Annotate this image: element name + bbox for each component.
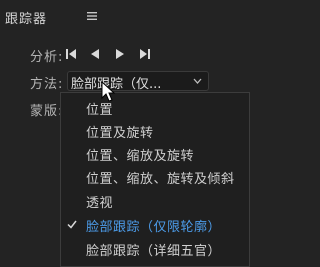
method-label: 方法: bbox=[30, 77, 64, 92]
menu-item-label: 位置、缩放及旋转 bbox=[86, 149, 195, 164]
step-forward-icon[interactable] bbox=[138, 47, 152, 61]
menu-item-label: 透视 bbox=[86, 196, 114, 211]
menu-item-label: 脸部跟踪（仅限轮廓） bbox=[86, 220, 222, 235]
menu-item-position-scale-rotation[interactable]: 位置、缩放及旋转 bbox=[61, 143, 249, 165]
menu-item-label: 位置、缩放、旋转及倾斜 bbox=[86, 172, 235, 187]
panel-header: 跟踪器 bbox=[0, 0, 246, 32]
menu-item-label: 脸部跟踪（详细五官） bbox=[86, 244, 222, 259]
play-reverse-icon[interactable] bbox=[88, 47, 102, 61]
panel-title: 跟踪器 bbox=[5, 12, 48, 27]
hamburger-menu-icon[interactable] bbox=[86, 10, 98, 22]
menu-item-face-tracking-outline[interactable]: 脸部跟踪（仅限轮廓） bbox=[61, 214, 249, 236]
checkmark-icon bbox=[67, 220, 77, 229]
menu-item-face-tracking-detailed[interactable]: 脸部跟踪（详细五官） bbox=[61, 238, 249, 260]
menu-item-perspective[interactable]: 透视 bbox=[61, 190, 249, 212]
mouse-cursor-icon bbox=[101, 81, 116, 102]
method-select[interactable]: 脸部跟踪（仅... bbox=[67, 71, 209, 92]
mask-label: 蒙版: bbox=[30, 104, 64, 119]
chevron-down-icon bbox=[193, 78, 202, 84]
step-back-icon[interactable] bbox=[64, 47, 78, 61]
method-dropdown-menu: 位置 位置及旋转 位置、缩放及旋转 位置、缩放、旋转及倾斜 透视 脸部跟踪（仅限… bbox=[60, 92, 250, 267]
menu-item-position[interactable]: 位置 bbox=[61, 97, 249, 119]
menu-item-label: 位置及旋转 bbox=[86, 126, 154, 141]
play-icon[interactable] bbox=[113, 47, 127, 61]
analyze-label: 分析: bbox=[30, 50, 64, 65]
menu-item-position-rotation[interactable]: 位置及旋转 bbox=[61, 120, 249, 142]
menu-item-position-scale-rotation-skew[interactable]: 位置、缩放、旋转及倾斜 bbox=[61, 166, 249, 188]
